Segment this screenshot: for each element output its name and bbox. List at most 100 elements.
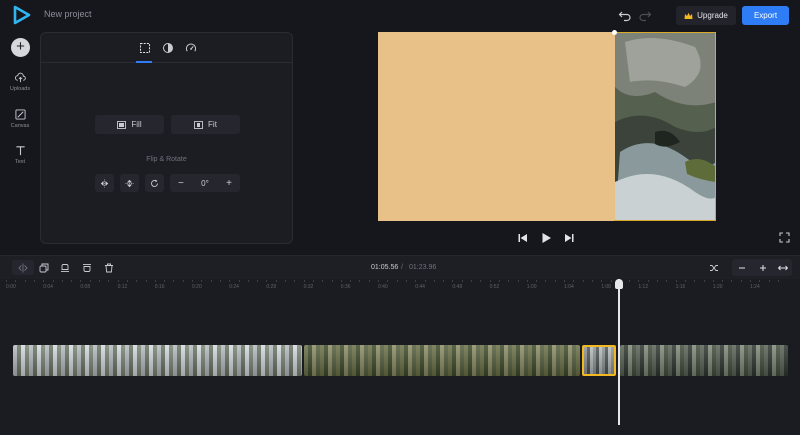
flip-horizontal-icon [100,179,109,187]
zoom-out-button[interactable] [734,260,750,275]
flip-vertical-button[interactable] [120,174,139,192]
zoom-fit-button[interactable] [775,260,791,275]
rail-item-uploads[interactable]: Uploads [0,72,40,92]
flip-vertical-icon [125,179,134,187]
redo-icon[interactable] [638,8,652,22]
ruler-tick-mark [489,280,491,282]
rotate-button[interactable] [145,174,164,192]
plus-icon [760,264,766,271]
rotation-decrease-button[interactable]: − [178,178,184,189]
fit-button[interactable]: Fit [171,115,240,134]
ruler-tick-mark [201,280,203,282]
text-icon [15,146,25,156]
ruler-tick-mark [564,280,565,282]
trim-start-button[interactable] [57,260,73,275]
ruler-tick-label: 1:20 [712,284,723,290]
canvas-icon [14,109,26,120]
ruler-tick-mark [396,280,398,282]
active-tab-indicator [136,61,152,63]
ruler-tick-mark [266,280,268,282]
ruler-tick-mark [331,280,333,282]
ruler-tick-mark [257,280,259,282]
ruler-tick-mark [601,280,603,282]
ruler-tick-mark [498,280,500,282]
ruler-tick-label: 0:12 [117,284,128,290]
timeline-clip-1[interactable] [13,345,302,376]
minus-icon [739,267,745,268]
fill-button[interactable]: Fill [95,115,164,134]
playhead-handle[interactable] [615,279,623,289]
ruler-tick-mark [303,280,305,282]
fit-icon [194,120,203,129]
ruler-tick-mark [750,280,751,282]
timeline-clip-3-selected[interactable] [582,345,616,376]
playhead[interactable] [618,279,620,425]
app-logo-icon[interactable] [12,5,32,25]
rail-item-canvas[interactable]: Canvas [0,109,40,129]
duplicate-button[interactable] [36,260,52,275]
ruler-tick-mark [433,280,435,282]
ruler-tick-mark [43,280,45,282]
split-button[interactable] [12,260,34,275]
trash-icon [105,263,113,272]
timeline[interactable]: 0:00 0:04 0:08 0:12 0:16 0:20 0:24 0:28 0:32 0:36… [0,279,800,435]
ruler-tick-mark [192,280,193,282]
ruler-tick-mark [368,280,370,282]
ruler-tick-mark [731,280,733,282]
skip-back-icon[interactable] [517,232,529,244]
fullscreen-icon[interactable] [779,232,790,243]
ruler-tick-label: 0:36 [340,284,351,290]
ruler-tick-mark [591,280,593,282]
ruler-tick-label: 0:20 [192,284,202,290]
crown-icon [684,12,693,19]
rotation-increase-button[interactable]: + [226,178,232,189]
rail-item-text[interactable]: Text [0,145,40,165]
shuffle-fit-icon [710,264,718,271]
timeline-clip-2[interactable] [304,345,580,376]
ruler-tick-mark [80,280,82,282]
timeline-clip-4[interactable] [620,345,788,376]
ruler-tick-mark [722,280,724,282]
flip-horizontal-button[interactable] [95,174,114,192]
zoom-in-button[interactable] [755,260,771,275]
ruler-tick-mark [694,280,696,282]
ruler-tick-mark [340,280,342,282]
fit-timeline-button[interactable] [706,260,722,275]
ruler-tick-mark [415,280,417,282]
rotation-stepper: − 0° + [170,174,240,192]
ruler-tick-mark [666,280,668,282]
contrast-icon[interactable] [162,42,174,54]
trim-end-button[interactable] [79,260,95,275]
ruler-tick-label: 0:32 [303,284,314,290]
upgrade-button[interactable]: Upgrade [676,6,736,25]
skip-forward-icon[interactable] [563,232,575,244]
ruler-tick-mark [657,280,658,282]
ruler-tick-label: 1:12 [638,284,649,290]
ruler-tick-mark [508,280,510,282]
project-name[interactable]: New project [44,9,92,19]
ruler-tick-mark [424,280,426,282]
delete-button[interactable] [101,260,117,275]
ruler-tick-mark [471,280,472,282]
ruler-tick-mark [350,280,352,282]
play-icon[interactable] [540,232,552,244]
export-button[interactable]: Export [742,6,789,25]
add-media-button[interactable]: + [11,38,30,57]
video-frame-image[interactable] [615,32,716,221]
ruler-tick-mark [117,280,119,282]
time-ruler[interactable]: 0:00 0:04 0:08 0:12 0:16 0:20 0:24 0:28 0:32 0:36… [0,279,800,293]
undo-icon[interactable] [618,8,632,22]
ruler-tick-label: 0:44 [415,284,425,290]
video-preview[interactable] [378,32,716,221]
trim-end-icon [83,263,91,272]
fill-label: Fill [131,120,142,129]
ruler-tick-mark [378,280,379,282]
crop-frame-icon[interactable] [139,42,151,54]
frame-resize-handle[interactable] [612,30,617,35]
rotation-value[interactable]: 0° [201,179,209,188]
ruler-tick-mark [126,280,128,282]
speed-gauge-icon[interactable] [185,42,197,54]
ruler-tick-mark [573,280,575,282]
ruler-tick-label: 0:52 [489,284,500,290]
ruler-tick-label: 1:08 [601,284,611,290]
